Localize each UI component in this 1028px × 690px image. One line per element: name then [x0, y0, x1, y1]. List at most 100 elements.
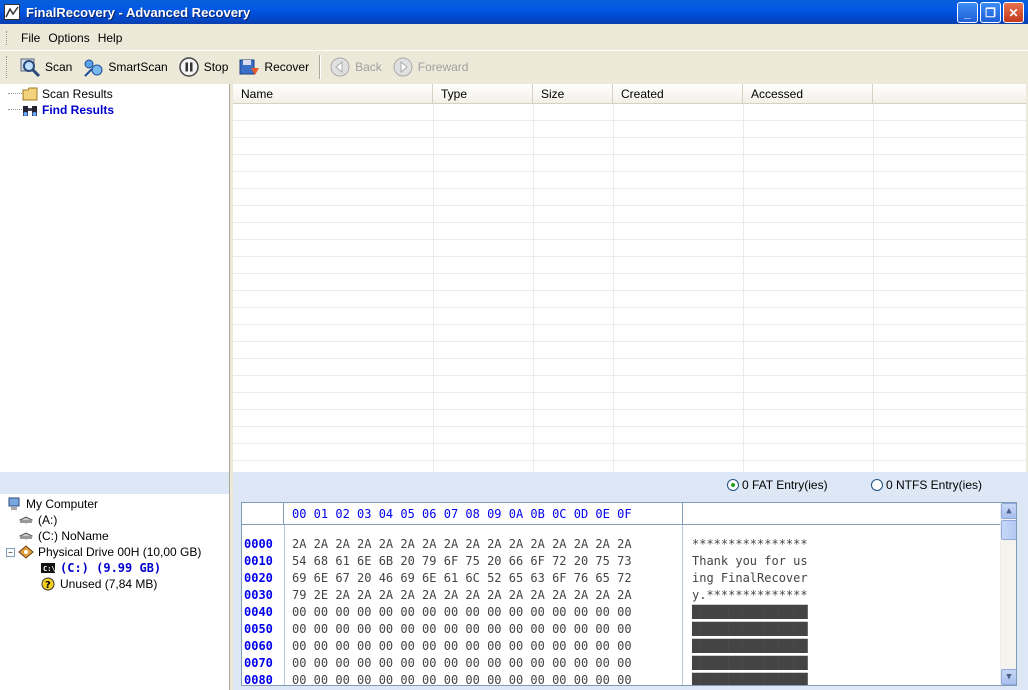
find-results-label: Find Results — [42, 103, 115, 117]
results-tree: Scan Results Find Results — [0, 84, 230, 472]
forward-button[interactable]: Foreward — [388, 53, 475, 81]
forward-arrow-icon — [393, 57, 413, 76]
hex-row[interactable]: 0080 00 00 00 00 00 00 00 00 00 00 00 00 … — [242, 673, 1002, 686]
ntfs-entries-label: 0 NTFS Entry(ies) — [886, 478, 983, 492]
hex-row[interactable]: 0010 54 68 61 6E 6B 20 79 6F 75 20 66 6F … — [242, 554, 1002, 571]
stop-label: Stop — [203, 59, 229, 74]
scroll-thumb[interactable] — [1001, 520, 1016, 540]
hex-row[interactable]: 0060 00 00 00 00 00 00 00 00 00 00 00 00 … — [242, 639, 1002, 656]
menu-bar: File Options Help — [0, 28, 1028, 48]
hex-scrollbar[interactable]: ▲ ▼ — [1000, 503, 1016, 685]
back-arrow-icon — [330, 57, 350, 76]
menu-help[interactable]: Help — [94, 31, 127, 45]
scroll-down-button[interactable]: ▼ — [1001, 669, 1016, 685]
hex-row[interactable]: 0030 79 2E 2A 2A 2A 2A 2A 2A 2A 2A 2A 2A … — [242, 588, 1002, 605]
computer-icon — [8, 497, 20, 510]
tree-c-partition[interactable]: C:\ (C:) (9.99 GB) — [6, 560, 229, 576]
hex-ascii: y.************** — [692, 588, 808, 602]
hex-row[interactable]: 0020 69 6E 67 20 46 69 6E 61 6C 52 65 63 … — [242, 571, 1002, 588]
hex-address: 0070 — [244, 656, 273, 670]
hex-row[interactable]: 0070 00 00 00 00 00 00 00 00 00 00 00 00 … — [242, 656, 1002, 673]
toolbar: Scan SmartScan Stop Recover Back Forewar… — [0, 50, 1028, 82]
hex-rows: 0000 2A 2A 2A 2A 2A 2A 2A 2A 2A 2A 2A 2A … — [242, 537, 1002, 686]
hex-column-offsets: 00 01 02 03 04 05 06 07 08 09 0A 0B 0C 0… — [292, 507, 632, 521]
svg-text:C:\: C:\ — [43, 565, 56, 573]
hex-address: 0060 — [244, 639, 273, 653]
window-title: FinalRecovery - Advanced Recovery — [26, 4, 251, 20]
magnifier-icon — [20, 58, 41, 77]
hex-ascii: ████████████████ — [692, 622, 808, 636]
tree-scan-results[interactable]: Scan Results — [8, 86, 229, 102]
tree-c-drive[interactable]: (C:) NoName — [6, 528, 229, 544]
folder-icon — [22, 87, 38, 101]
hex-bytes: 2A 2A 2A 2A 2A 2A 2A 2A 2A 2A 2A 2A 2A 2… — [292, 537, 632, 551]
hex-address: 0040 — [244, 605, 273, 619]
hex-ascii: **************** — [692, 537, 808, 551]
tree-my-computer[interactable]: My Computer — [6, 496, 229, 512]
my-computer-label: My Computer — [26, 497, 99, 511]
hex-header: 00 01 02 03 04 05 06 07 08 09 0A 0B 0C 0… — [242, 503, 1002, 525]
stop-button[interactable]: Stop — [174, 53, 235, 81]
hex-bytes: 00 00 00 00 00 00 00 00 00 00 00 00 00 0… — [292, 673, 632, 686]
results-list[interactable]: Name Type Size Created Accessed — [233, 84, 1026, 472]
column-size[interactable]: Size — [533, 84, 613, 103]
question-icon: ? — [41, 577, 55, 591]
column-type[interactable]: Type — [433, 84, 533, 103]
hex-bytes: 00 00 00 00 00 00 00 00 00 00 00 00 00 0… — [292, 656, 632, 670]
hex-ascii: ████████████████ — [692, 656, 808, 670]
list-body[interactable] — [233, 104, 1026, 472]
fat-entries-label: 0 FAT Entry(ies) — [742, 478, 828, 492]
fat-entries-radio[interactable]: 0 FAT Entry(ies) — [727, 478, 828, 492]
minimize-button[interactable]: _ — [957, 2, 978, 23]
back-button[interactable]: Back — [325, 53, 388, 81]
hex-bytes: 54 68 61 6E 6B 20 79 6F 75 20 66 6F 72 2… — [292, 554, 632, 568]
physical-drive-icon — [18, 545, 34, 559]
toolbar-grip[interactable] — [6, 55, 9, 78]
hex-bytes: 79 2E 2A 2A 2A 2A 2A 2A 2A 2A 2A 2A 2A 2… — [292, 588, 632, 602]
tree-find-results[interactable]: Find Results — [8, 102, 229, 118]
close-button[interactable]: ✕ — [1003, 2, 1024, 23]
column-created[interactable]: Created — [613, 84, 743, 103]
recover-button[interactable]: Recover — [234, 53, 315, 81]
recover-label: Recover — [264, 59, 310, 74]
maximize-button[interactable]: ❐ — [980, 2, 1001, 23]
hex-row[interactable]: 0050 00 00 00 00 00 00 00 00 00 00 00 00 … — [242, 622, 1002, 639]
scan-button[interactable]: Scan — [15, 53, 78, 81]
hex-row[interactable]: 0000 2A 2A 2A 2A 2A 2A 2A 2A 2A 2A 2A 2A … — [242, 537, 1002, 554]
tree-a-drive[interactable]: (A:) — [6, 512, 229, 528]
hex-row[interactable]: 0040 00 00 00 00 00 00 00 00 00 00 00 00 … — [242, 605, 1002, 622]
hex-bytes: 00 00 00 00 00 00 00 00 00 00 00 00 00 0… — [292, 639, 632, 653]
scroll-up-button[interactable]: ▲ — [1001, 503, 1016, 519]
tree-unused[interactable]: ? Unused (7,84 MB) — [6, 576, 229, 592]
hex-bytes: 00 00 00 00 00 00 00 00 00 00 00 00 00 0… — [292, 605, 632, 619]
tree-physical-drive[interactable]: − Physical Drive 00H (10,00 GB) — [6, 544, 229, 560]
hard-drive-icon — [18, 532, 34, 540]
collapse-toggle[interactable]: − — [6, 547, 15, 557]
menu-grip[interactable] — [6, 31, 9, 45]
hex-ascii: Thank you for us — [692, 554, 808, 568]
physical-drive-label: Physical Drive 00H (10,00 GB) — [38, 545, 202, 559]
menu-file[interactable]: File — [17, 31, 44, 45]
pause-icon — [178, 56, 199, 77]
column-name[interactable]: Name — [233, 84, 433, 103]
column-accessed[interactable]: Accessed — [743, 84, 873, 103]
toolbar-separator — [319, 54, 322, 79]
scan-label: Scan — [45, 59, 73, 74]
smartscan-label: SmartScan — [108, 59, 168, 74]
forward-label: Foreward — [417, 59, 469, 74]
title-bar[interactable]: FinalRecovery - Advanced Recovery _ ❐ ✕ — [0, 0, 1028, 24]
recover-disk-icon — [239, 59, 260, 75]
a-drive-label: (A:) — [38, 513, 58, 527]
hex-address: 0030 — [244, 588, 273, 602]
menu-options[interactable]: Options — [44, 31, 93, 45]
hex-viewer[interactable]: 00 01 02 03 04 05 06 07 08 09 0A 0B 0C 0… — [241, 502, 1017, 686]
smartscan-button[interactable]: SmartScan — [78, 53, 173, 81]
hex-address: 0080 — [244, 673, 273, 686]
hex-address: 0050 — [244, 622, 273, 636]
radio-unselected-icon — [871, 479, 883, 491]
hex-ascii: ████████████████ — [692, 605, 808, 619]
radio-selected-icon — [727, 479, 739, 491]
hex-panel: 0 FAT Entry(ies) 0 NTFS Entry(ies) 00 01… — [233, 472, 1028, 690]
hex-ascii: ████████████████ — [692, 639, 808, 653]
ntfs-entries-radio[interactable]: 0 NTFS Entry(ies) — [871, 478, 982, 492]
